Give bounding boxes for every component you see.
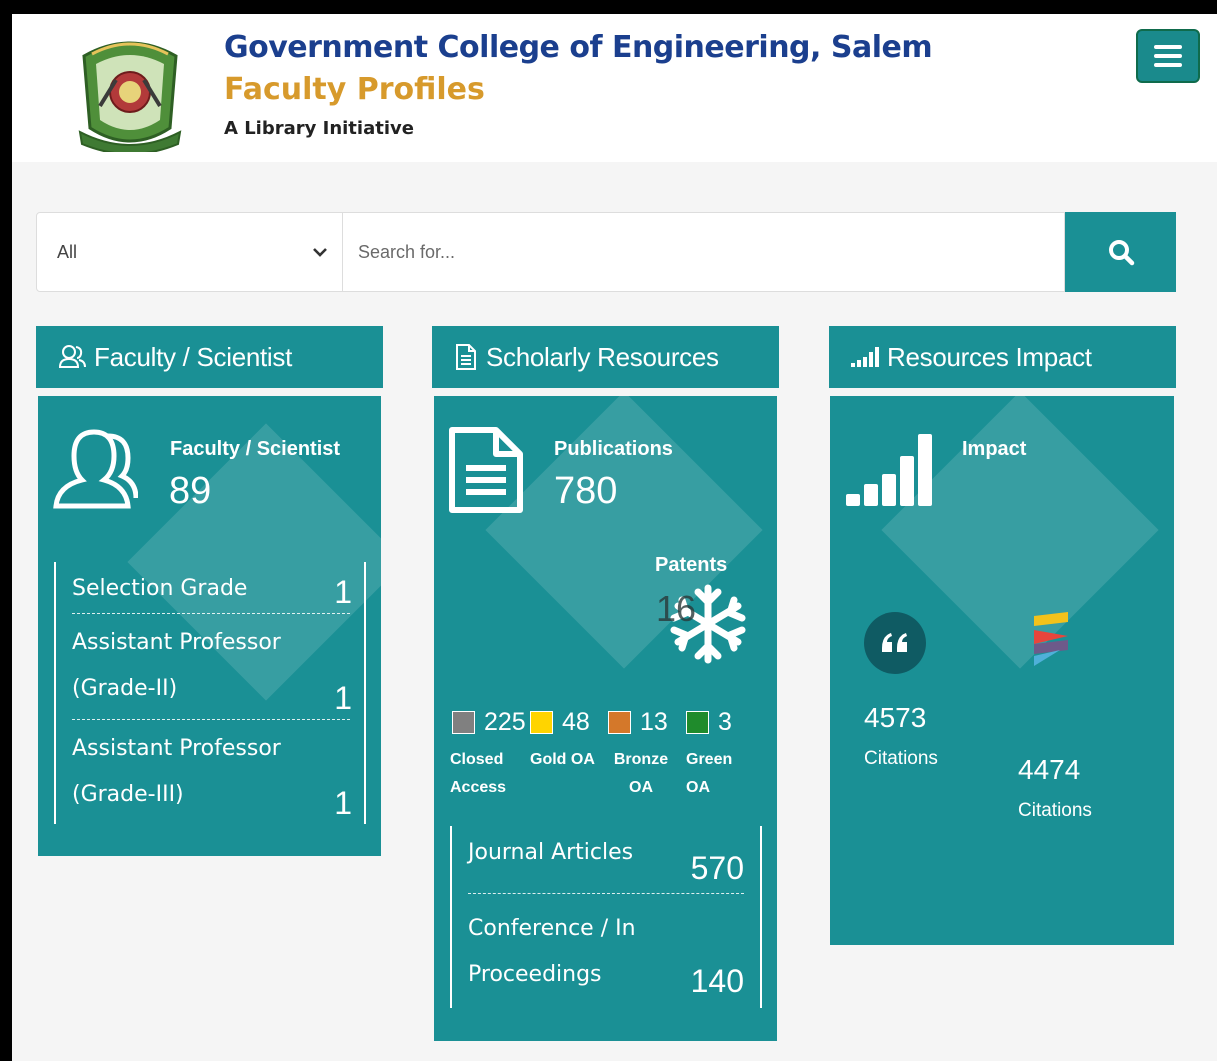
page-title: Faculty Profiles: [224, 72, 485, 107]
site-header: Government College of Engineering, Salem…: [12, 14, 1217, 162]
green-oa-swatch: [686, 711, 709, 734]
scholarly-heading-label: Scholarly Resources: [486, 341, 719, 372]
publications-value: 780: [554, 470, 618, 512]
list-item[interactable]: Journal Articles 570: [468, 830, 744, 894]
citations-value: 4573: [864, 702, 927, 733]
users-icon: [58, 345, 86, 368]
users-icon: [53, 429, 138, 509]
dimensions-icon: [1034, 612, 1068, 666]
faculty-designation-list: Selection Grade 1 Assistant Professor (G…: [54, 562, 366, 824]
gold-oa-item[interactable]: 48 Gold OA: [530, 708, 608, 768]
search-button[interactable]: [1065, 212, 1176, 292]
bronze-oa-item[interactable]: 13 Bronze OA: [608, 708, 686, 796]
faculty-heading[interactable]: Faculty / Scientist: [36, 326, 383, 388]
category-select-value: All: [57, 241, 78, 262]
impact-heading-label: Resources Impact: [887, 341, 1092, 372]
signal-bars-icon: [846, 434, 932, 506]
closed-access-item[interactable]: 225 Closed Access: [450, 708, 530, 796]
scholarly-card: Publications 780 Patents 16 225 Closed A…: [434, 396, 777, 1041]
patents-label: Patents: [655, 554, 728, 576]
hamburger-icon: [1154, 45, 1182, 67]
list-item[interactable]: Selection Grade 1: [72, 566, 352, 614]
college-title: Government College of Engineering, Salem: [224, 30, 933, 65]
bronze-oa-swatch: [608, 711, 631, 734]
search-icon: [1108, 240, 1134, 266]
faculty-stat-label: Faculty / Scientist: [170, 438, 341, 460]
citations-value: 4474: [1018, 754, 1081, 785]
publication-type-list: Journal Articles 570 Conference / In Pro…: [450, 826, 762, 1008]
search-input[interactable]: [343, 212, 1065, 292]
list-item[interactable]: Assistant Professor (Grade-III) 1: [72, 726, 352, 824]
signal-bars-icon: [851, 347, 879, 367]
tagline: A Library Initiative: [224, 118, 414, 139]
green-oa-item[interactable]: 3 Green OA: [686, 708, 756, 796]
faculty-stat-value: 89: [169, 470, 212, 512]
college-logo[interactable]: [74, 36, 186, 152]
impact-label: Impact: [962, 438, 1027, 460]
closed-access-swatch: [452, 711, 475, 734]
faculty-heading-label: Faculty / Scientist: [94, 341, 293, 372]
citations-label: Citations: [864, 748, 938, 769]
search-bar: All: [36, 212, 1176, 292]
document-icon: [449, 427, 523, 513]
list-item[interactable]: Assistant Professor (Grade-II) 1: [72, 620, 352, 720]
hamburger-menu-button[interactable]: [1136, 29, 1200, 83]
citations-label: Citations: [1018, 800, 1092, 821]
patents-value: 16: [656, 588, 697, 629]
list-item[interactable]: Conference / In Proceedings 140: [468, 906, 744, 1004]
document-icon: [456, 344, 476, 370]
faculty-card: Faculty / Scientist 89 Selection Grade 1…: [38, 396, 381, 856]
impact-heading[interactable]: Resources Impact: [829, 326, 1176, 388]
category-select[interactable]: All: [36, 212, 343, 292]
scholarly-heading[interactable]: Scholarly Resources: [432, 326, 779, 388]
quote-icon: [864, 612, 926, 674]
impact-card: Impact 4573 Citations 4474 Citations: [830, 396, 1174, 945]
gold-oa-swatch: [530, 711, 553, 734]
chevron-down-icon: [313, 248, 327, 257]
access-breakdown: 225 Closed Access 48 Gold OA 13 Bronze O…: [450, 708, 756, 796]
publications-label: Publications: [554, 438, 673, 460]
